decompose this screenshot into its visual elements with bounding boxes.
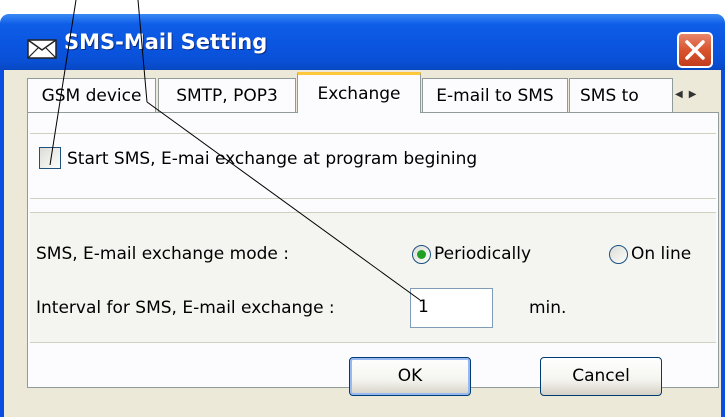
scroll-right-icon[interactable]: ▶ xyxy=(689,89,703,100)
scroll-left-icon[interactable]: ◀ xyxy=(675,89,689,100)
ok-button[interactable]: OK xyxy=(349,357,471,396)
radio-selected-dot xyxy=(417,250,426,259)
radio-periodically[interactable] xyxy=(412,245,431,264)
tab-gsm-device[interactable]: GSM device xyxy=(27,78,156,112)
radio-periodically-label[interactable]: Periodically xyxy=(434,243,531,265)
interval-input[interactable]: 1 xyxy=(410,288,493,328)
tab-exchange[interactable]: Exchange xyxy=(297,72,421,113)
window-title: SMS-Mail Setting xyxy=(64,30,268,54)
start-exchange-label[interactable]: Start SMS, E-mai exchange at program beg… xyxy=(67,148,477,170)
start-exchange-checkbox[interactable] xyxy=(39,147,61,169)
exchange-mode-label: SMS, E-mail exchange mode : xyxy=(36,244,289,264)
cancel-button[interactable]: Cancel xyxy=(540,357,662,396)
radio-on-line-label[interactable]: On line xyxy=(631,243,691,265)
close-icon xyxy=(685,40,705,60)
exchange-mode-group xyxy=(30,212,716,343)
tab-smtp-pop3[interactable]: SMTP, POP3 xyxy=(158,78,296,112)
title-bar[interactable]: SMS-Mail Setting xyxy=(0,14,725,70)
settings-dialog: SMS-Mail Setting GSM device SMTP, POP3 E… xyxy=(0,0,725,417)
close-button[interactable] xyxy=(677,32,713,68)
tab-scroll-buttons[interactable]: ◀▶ xyxy=(675,86,719,106)
interval-unit: min. xyxy=(529,298,567,318)
radio-on-line[interactable] xyxy=(609,245,628,264)
tab-email-to-sms[interactable]: E-mail to SMS xyxy=(422,78,568,112)
envelope-icon xyxy=(27,39,57,59)
interval-label: Interval for SMS, E-mail exchange : xyxy=(36,298,335,318)
tab-sms-to[interactable]: SMS to xyxy=(569,78,673,112)
